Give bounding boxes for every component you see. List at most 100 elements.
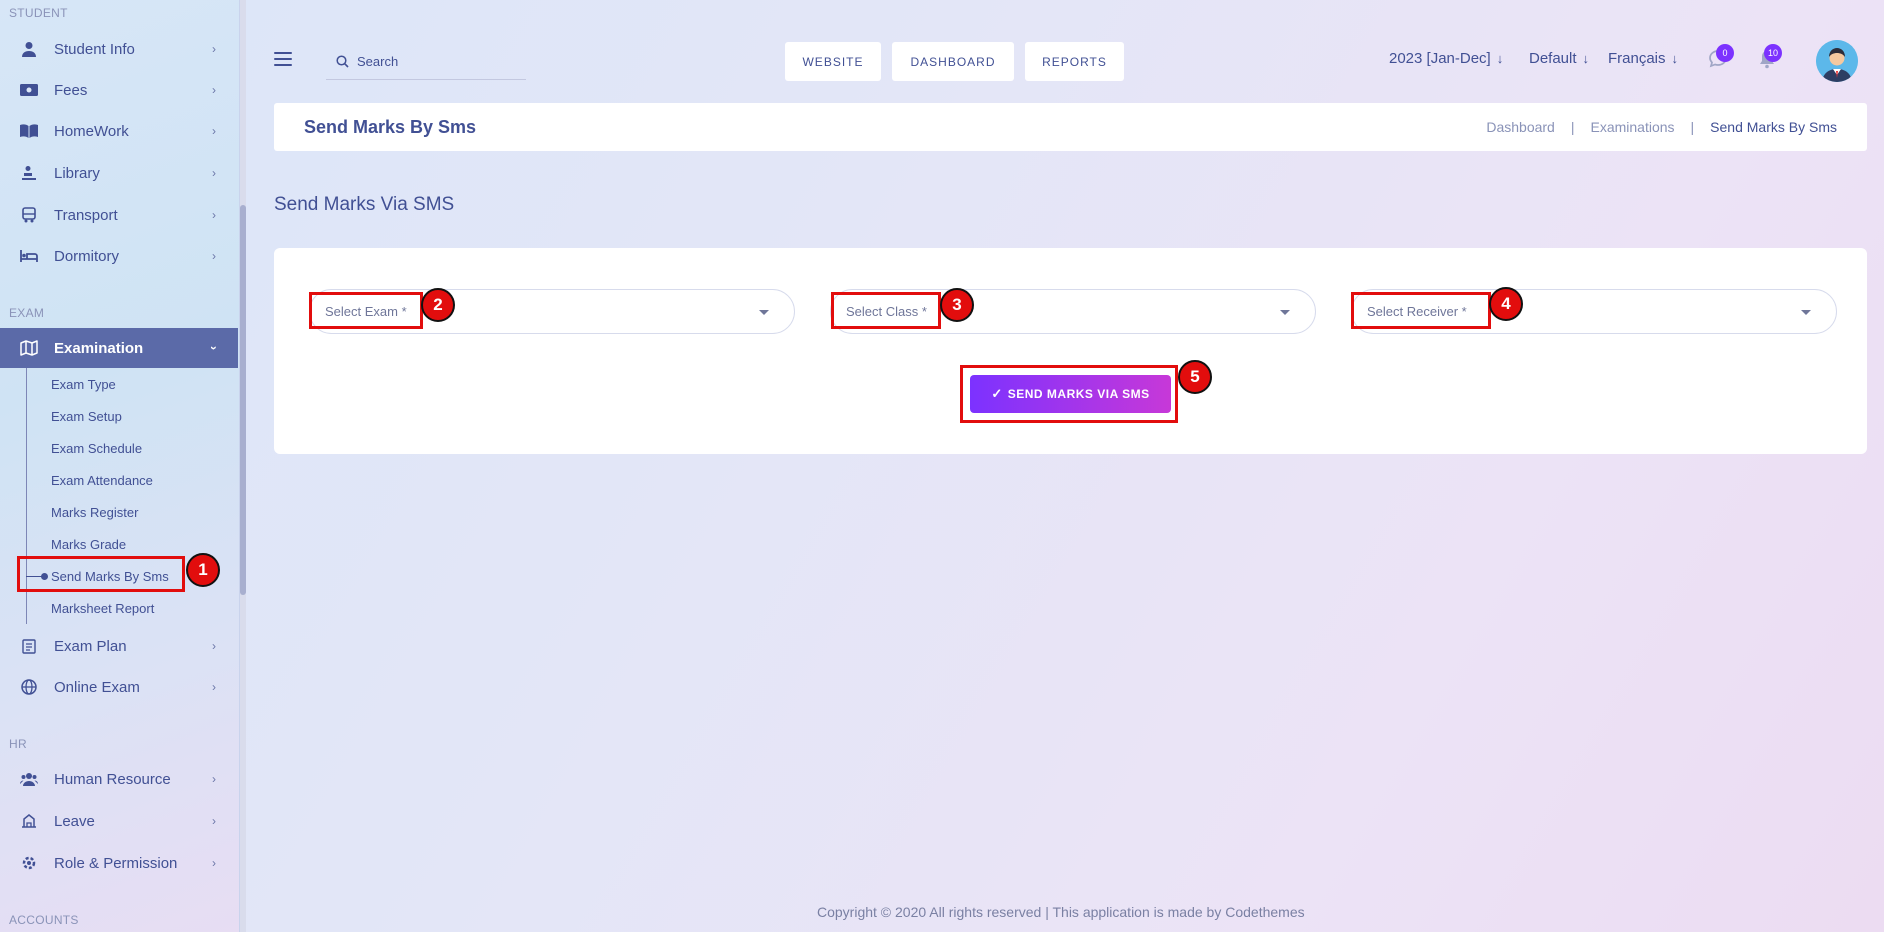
breadcrumb-examinations[interactable]: Examinations — [1590, 119, 1674, 135]
sidebar-item-homework[interactable]: HomeWork › — [0, 111, 238, 151]
section-label-accounts: ACCOUNTS — [9, 913, 79, 927]
chevron-right-icon: › — [212, 83, 216, 97]
dashboard-button[interactable]: DASHBOARD — [892, 42, 1014, 81]
sidebar-item-examination[interactable]: Examination › — [0, 328, 238, 368]
submenu-item-exam-attendance[interactable]: Exam Attendance — [51, 473, 153, 488]
clipboard-icon — [19, 636, 39, 656]
breadcrumb-dashboard[interactable]: Dashboard — [1486, 119, 1555, 135]
page-header: Send Marks By Sms Dashboard | Examinatio… — [274, 103, 1867, 151]
chevron-right-icon: › — [212, 772, 216, 786]
section-label-student: STUDENT — [9, 6, 68, 20]
avatar[interactable] — [1816, 40, 1858, 82]
search-icon — [336, 55, 349, 68]
chevron-right-icon: › — [212, 814, 216, 828]
breadcrumb-separator: | — [1570, 119, 1575, 135]
sidebar-item-role-permission[interactable]: Role & Permission › — [0, 843, 238, 883]
chevron-right-icon: › — [212, 639, 216, 653]
annotation-box-2 — [309, 292, 423, 329]
sidebar-item-label: Library — [54, 164, 100, 182]
annotation-number-1: 1 — [186, 553, 220, 587]
submenu-item-exam-setup[interactable]: Exam Setup — [51, 409, 122, 424]
sidebar-item-fees[interactable]: Fees › — [0, 70, 238, 110]
chevron-down-icon: › — [207, 346, 221, 350]
caret-down-icon — [1280, 310, 1290, 315]
sidebar-item-label: Leave — [54, 812, 95, 830]
annotation-box-4 — [1351, 292, 1491, 329]
annotation-box-3 — [831, 292, 941, 329]
language-dropdown[interactable]: Français ↓ — [1608, 50, 1678, 67]
student-icon — [19, 39, 39, 59]
sidebar-item-label: Online Exam — [54, 678, 140, 696]
sidebar-item-exam-plan[interactable]: Exam Plan › — [0, 626, 238, 666]
chevron-right-icon: › — [212, 856, 216, 870]
map-icon — [19, 338, 39, 358]
money-icon — [19, 80, 39, 100]
section-label-exam: EXAM — [9, 306, 45, 320]
form-card — [274, 248, 1867, 454]
section-label-hr: HR — [9, 737, 27, 751]
sidebar-item-library[interactable]: Library › — [0, 153, 238, 193]
submenu-item-marksheet-report[interactable]: Marksheet Report — [51, 601, 154, 616]
chevron-right-icon: › — [212, 680, 216, 694]
users-icon — [19, 769, 39, 789]
leave-icon — [19, 811, 39, 831]
caret-down-icon — [1801, 310, 1811, 315]
annotation-box-5 — [960, 365, 1178, 423]
sidebar-item-leave[interactable]: Leave › — [0, 801, 238, 841]
notifications-badge: 10 — [1764, 44, 1782, 62]
language-value: Français — [1608, 50, 1666, 67]
chevron-right-icon: › — [212, 166, 216, 180]
arrow-down-icon: ↓ — [1671, 51, 1679, 66]
search-input[interactable]: Search — [326, 44, 526, 80]
chevron-right-icon: › — [212, 249, 216, 263]
sidebar: STUDENT Student Info › Fees › HomeWork ›… — [0, 0, 240, 932]
page-title: Send Marks By Sms — [304, 117, 477, 137]
library-icon — [19, 163, 39, 183]
annotation-number-3: 3 — [940, 288, 974, 322]
sidebar-item-label: Human Resource — [54, 770, 171, 788]
sidebar-item-label: Fees — [54, 81, 88, 99]
chevron-right-icon: › — [212, 124, 216, 138]
arrow-down-icon: ↓ — [1496, 51, 1504, 66]
annotation-number-5: 5 — [1178, 360, 1212, 394]
submenu-item-exam-schedule[interactable]: Exam Schedule — [51, 441, 142, 456]
sidebar-item-dormitory[interactable]: Dormitory › — [0, 236, 238, 276]
sidebar-item-label: Role & Permission — [54, 854, 178, 872]
chevron-right-icon: › — [212, 208, 216, 222]
sidebar-item-label: HomeWork — [54, 122, 129, 140]
book-icon — [19, 121, 39, 141]
sidebar-item-label: Exam Plan — [54, 637, 127, 655]
submenu-item-exam-type[interactable]: Exam Type — [51, 377, 116, 392]
default-dropdown[interactable]: Default ↓ — [1529, 50, 1589, 67]
breadcrumb-current: Send Marks By Sms — [1710, 119, 1837, 135]
session-dropdown[interactable]: 2023 [Jan-Dec] ↓ — [1389, 50, 1503, 67]
sidebar-item-label: Student Info — [54, 40, 135, 58]
gear-icon — [19, 853, 39, 873]
sidebar-scrollbar[interactable] — [240, 0, 246, 932]
scrollbar-thumb[interactable] — [240, 205, 246, 595]
chevron-right-icon: › — [212, 42, 216, 56]
submenu-item-marks-register[interactable]: Marks Register — [51, 505, 138, 520]
sidebar-item-label: Examination — [54, 339, 144, 357]
sidebar-item-transport[interactable]: Transport › — [0, 195, 238, 235]
default-value: Default — [1529, 50, 1577, 67]
reports-button[interactable]: REPORTS — [1025, 42, 1124, 81]
breadcrumb: Dashboard | Examinations | Send Marks By… — [1486, 119, 1837, 135]
messages-badge: 0 — [1716, 44, 1734, 62]
website-button[interactable]: WEBSITE — [785, 42, 881, 81]
caret-down-icon — [759, 310, 769, 315]
bus-icon — [19, 205, 39, 225]
annotation-number-4: 4 — [1489, 287, 1523, 321]
footer-copyright: Copyright © 2020 All rights reserved | T… — [817, 904, 1305, 920]
breadcrumb-separator: | — [1690, 119, 1695, 135]
search-placeholder: Search — [357, 54, 399, 69]
submenu-item-marks-grade[interactable]: Marks Grade — [51, 537, 126, 552]
globe-icon — [19, 677, 39, 697]
sidebar-item-student-info[interactable]: Student Info › — [0, 29, 238, 69]
sidebar-item-human-resource[interactable]: Human Resource › — [0, 759, 238, 799]
sidebar-item-online-exam[interactable]: Online Exam › — [0, 667, 238, 707]
annotation-number-2: 2 — [421, 288, 455, 322]
session-value: 2023 [Jan-Dec] — [1389, 50, 1491, 67]
menu-toggle-icon[interactable] — [274, 52, 292, 66]
sidebar-item-label: Dormitory — [54, 247, 120, 265]
